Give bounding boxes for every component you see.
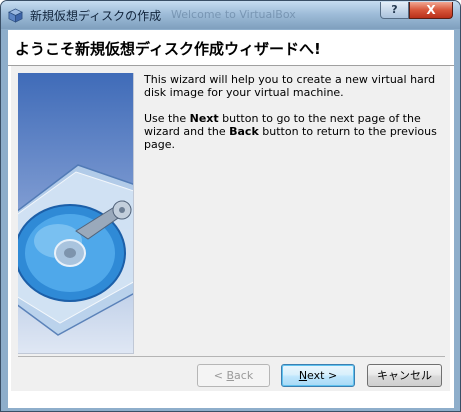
intro-paragraph: This wizard will help you to create a ne… — [144, 73, 436, 99]
wizard-client-area: ようこそ新規仮想ディスク作成ウィザードへ! This wizard will h… — [8, 30, 454, 408]
nav-text-1: Use the — [144, 112, 190, 125]
footer-divider — [18, 356, 445, 357]
next-keyword: Next — [189, 112, 219, 125]
wizard-description: This wizard will help you to create a ne… — [144, 73, 444, 164]
wizard-window: 新規仮想ディスクの作成 Welcome to VirtualBox ? X よう… — [0, 0, 461, 412]
wizard-page: This wizard will help you to create a ne… — [11, 66, 450, 391]
back-button[interactable]: < Back — [197, 364, 270, 387]
next-mnemonic: N — [298, 369, 308, 382]
window-title: 新規仮想ディスクの作成 — [30, 9, 162, 23]
back-rest: ack — [234, 369, 254, 382]
wizard-heading: ようこそ新規仮想ディスク作成ウィザードへ! — [15, 40, 321, 58]
navigation-paragraph: Use the Next button to go to the next pa… — [144, 112, 444, 151]
next-rest: ext > — [307, 369, 338, 382]
back-mnemonic: B — [226, 369, 235, 382]
next-button[interactable]: Next > — [281, 364, 355, 387]
help-button[interactable]: ? — [380, 2, 409, 19]
title-bar[interactable]: 新規仮想ディスクの作成 Welcome to VirtualBox ? X — [1, 1, 460, 29]
cancel-button[interactable]: キャンセル — [367, 364, 442, 387]
wizard-header: ようこそ新規仮想ディスク作成ウィザードへ! — [8, 30, 454, 65]
close-button[interactable]: X — [409, 2, 453, 19]
hard-disk-illustration — [18, 73, 134, 354]
virtualbox-cube-icon — [8, 8, 23, 23]
hard-disk-icon — [18, 164, 133, 336]
back-keyword: Back — [229, 125, 259, 138]
background-window-title: Welcome to VirtualBox — [171, 8, 296, 21]
back-arrow: < — [213, 369, 227, 382]
